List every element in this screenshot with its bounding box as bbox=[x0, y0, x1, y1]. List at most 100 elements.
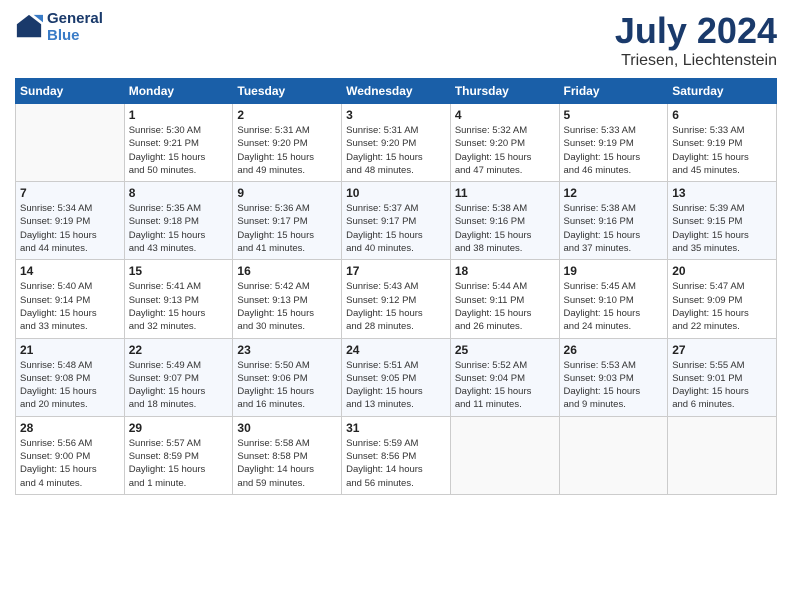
day-number: 26 bbox=[564, 343, 664, 357]
day-number: 1 bbox=[129, 108, 229, 122]
calendar-cell: 23 Sunrise: 5:50 AMSunset: 9:06 PMDayligh… bbox=[233, 338, 342, 416]
day-info: Sunrise: 5:36 AMSunset: 9:17 PMDaylight:… bbox=[237, 202, 337, 255]
calendar-cell: 2 Sunrise: 5:31 AMSunset: 9:20 PMDaylight… bbox=[233, 104, 342, 182]
day-number: 16 bbox=[237, 264, 337, 278]
calendar-cell bbox=[668, 416, 777, 494]
calendar-cell: 17 Sunrise: 5:43 AMSunset: 9:12 PMDayligh… bbox=[342, 260, 451, 338]
day-number: 7 bbox=[20, 186, 120, 200]
weekday-header: Thursday bbox=[450, 79, 559, 104]
calendar-cell: 6Sunrise: 5:33 AMSunset: 9:19 PMDaylight… bbox=[668, 104, 777, 182]
calendar-cell: 29Sunrise: 5:57 AMSunset: 8:59 PMDayligh… bbox=[124, 416, 233, 494]
day-number: 28 bbox=[20, 421, 120, 435]
calendar-cell: 26 Sunrise: 5:53 AMSunset: 9:03 PMDayligh… bbox=[559, 338, 668, 416]
header-row: SundayMondayTuesdayWednesdayThursdayFrid… bbox=[16, 79, 777, 104]
day-number: 2 bbox=[237, 108, 337, 122]
day-info: Sunrise: 5:33 AMSunset: 9:19 PMDaylight:… bbox=[564, 124, 664, 177]
day-number: 23 bbox=[237, 343, 337, 357]
day-info: Sunrise: 5:58 AMSunset: 8:58 PMDaylight:… bbox=[237, 437, 337, 490]
day-info: Sunrise: 5:31 AMSunset: 9:20 PMDaylight:… bbox=[346, 124, 446, 177]
day-info: Sunrise: 5:52 AMSunset: 9:04 PMDaylight:… bbox=[455, 359, 555, 412]
day-info: Sunrise: 5:48 AMSunset: 9:08 PMDaylight:… bbox=[20, 359, 120, 412]
day-info: Sunrise: 5:32 AMSunset: 9:20 PMDaylight:… bbox=[455, 124, 555, 177]
day-number: 18 bbox=[455, 264, 555, 278]
logo-text: General Blue bbox=[47, 10, 103, 44]
calendar-cell: 8 Sunrise: 5:35 AMSunset: 9:18 PMDaylight… bbox=[124, 182, 233, 260]
calendar-cell: 14Sunrise: 5:40 AMSunset: 9:14 PMDayligh… bbox=[16, 260, 125, 338]
title-area: July 2024 Triesen, Liechtenstein bbox=[615, 10, 777, 70]
calendar-cell bbox=[16, 104, 125, 182]
day-info: Sunrise: 5:41 AMSunset: 9:13 PMDaylight:… bbox=[129, 280, 229, 333]
calendar-cell bbox=[450, 416, 559, 494]
day-info: Sunrise: 5:51 AMSunset: 9:05 PMDaylight:… bbox=[346, 359, 446, 412]
day-info: Sunrise: 5:53 AMSunset: 9:03 PMDaylight:… bbox=[564, 359, 664, 412]
day-number: 30 bbox=[237, 421, 337, 435]
day-info: Sunrise: 5:45 AMSunset: 9:10 PMDaylight:… bbox=[564, 280, 664, 333]
day-number: 19 bbox=[564, 264, 664, 278]
day-info: Sunrise: 5:42 AMSunset: 9:13 PMDaylight:… bbox=[237, 280, 337, 333]
calendar-cell: 5 Sunrise: 5:33 AMSunset: 9:19 PMDaylight… bbox=[559, 104, 668, 182]
calendar-cell: 20Sunrise: 5:47 AMSunset: 9:09 PMDayligh… bbox=[668, 260, 777, 338]
day-info: Sunrise: 5:50 AMSunset: 9:06 PMDaylight:… bbox=[237, 359, 337, 412]
day-number: 8 bbox=[129, 186, 229, 200]
day-number: 24 bbox=[346, 343, 446, 357]
logo: General Blue bbox=[15, 10, 103, 44]
calendar-cell: 30 Sunrise: 5:58 AMSunset: 8:58 PMDayligh… bbox=[233, 416, 342, 494]
day-info: Sunrise: 5:55 AMSunset: 9:01 PMDaylight:… bbox=[672, 359, 772, 412]
calendar-week-row: 14Sunrise: 5:40 AMSunset: 9:14 PMDayligh… bbox=[16, 260, 777, 338]
calendar-body: 1 Sunrise: 5:30 AMSunset: 9:21 PMDaylight… bbox=[16, 104, 777, 495]
day-info: Sunrise: 5:56 AMSunset: 9:00 PMDaylight:… bbox=[20, 437, 120, 490]
day-info: Sunrise: 5:59 AMSunset: 8:56 PMDaylight:… bbox=[346, 437, 446, 490]
calendar-cell: 25 Sunrise: 5:52 AMSunset: 9:04 PMDayligh… bbox=[450, 338, 559, 416]
calendar-cell: 11Sunrise: 5:38 AMSunset: 9:16 PMDayligh… bbox=[450, 182, 559, 260]
calendar-cell: 3 Sunrise: 5:31 AMSunset: 9:20 PMDaylight… bbox=[342, 104, 451, 182]
calendar-week-row: 1 Sunrise: 5:30 AMSunset: 9:21 PMDaylight… bbox=[16, 104, 777, 182]
day-info: Sunrise: 5:39 AMSunset: 9:15 PMDaylight:… bbox=[672, 202, 772, 255]
day-number: 3 bbox=[346, 108, 446, 122]
weekday-header: Sunday bbox=[16, 79, 125, 104]
calendar-cell: 15 Sunrise: 5:41 AMSunset: 9:13 PMDayligh… bbox=[124, 260, 233, 338]
day-info: Sunrise: 5:37 AMSunset: 9:17 PMDaylight:… bbox=[346, 202, 446, 255]
calendar-cell: 13 Sunrise: 5:39 AMSunset: 9:15 PMDayligh… bbox=[668, 182, 777, 260]
day-number: 14 bbox=[20, 264, 120, 278]
day-number: 17 bbox=[346, 264, 446, 278]
weekday-header: Tuesday bbox=[233, 79, 342, 104]
day-info: Sunrise: 5:44 AMSunset: 9:11 PMDaylight:… bbox=[455, 280, 555, 333]
calendar-week-row: 21Sunrise: 5:48 AMSunset: 9:08 PMDayligh… bbox=[16, 338, 777, 416]
day-info: Sunrise: 5:43 AMSunset: 9:12 PMDaylight:… bbox=[346, 280, 446, 333]
month-title: July 2024 bbox=[615, 10, 777, 52]
day-number: 31 bbox=[346, 421, 446, 435]
day-number: 25 bbox=[455, 343, 555, 357]
day-number: 27 bbox=[672, 343, 772, 357]
day-info: Sunrise: 5:31 AMSunset: 9:20 PMDaylight:… bbox=[237, 124, 337, 177]
calendar-cell: 31 Sunrise: 5:59 AMSunset: 8:56 PMDayligh… bbox=[342, 416, 451, 494]
calendar-cell: 28 Sunrise: 5:56 AMSunset: 9:00 PMDayligh… bbox=[16, 416, 125, 494]
calendar-week-row: 7Sunrise: 5:34 AMSunset: 9:19 PMDaylight… bbox=[16, 182, 777, 260]
day-number: 15 bbox=[129, 264, 229, 278]
calendar-week-row: 28 Sunrise: 5:56 AMSunset: 9:00 PMDayligh… bbox=[16, 416, 777, 494]
calendar-cell: 4Sunrise: 5:32 AMSunset: 9:20 PMDaylight… bbox=[450, 104, 559, 182]
day-number: 20 bbox=[672, 264, 772, 278]
calendar-cell: 10 Sunrise: 5:37 AMSunset: 9:17 PMDayligh… bbox=[342, 182, 451, 260]
calendar-cell: 22Sunrise: 5:49 AMSunset: 9:07 PMDayligh… bbox=[124, 338, 233, 416]
calendar-cell: 24 Sunrise: 5:51 AMSunset: 9:05 PMDayligh… bbox=[342, 338, 451, 416]
calendar-cell: 18 Sunrise: 5:44 AMSunset: 9:11 PMDayligh… bbox=[450, 260, 559, 338]
day-number: 5 bbox=[564, 108, 664, 122]
calendar-table: SundayMondayTuesdayWednesdayThursdayFrid… bbox=[15, 78, 777, 495]
calendar-cell: 12 Sunrise: 5:38 AMSunset: 9:16 PMDayligh… bbox=[559, 182, 668, 260]
day-info: Sunrise: 5:38 AMSunset: 9:16 PMDaylight:… bbox=[564, 202, 664, 255]
logo-icon bbox=[15, 13, 43, 41]
day-info: Sunrise: 5:30 AMSunset: 9:21 PMDaylight:… bbox=[129, 124, 229, 177]
day-info: Sunrise: 5:49 AMSunset: 9:07 PMDaylight:… bbox=[129, 359, 229, 412]
location-title: Triesen, Liechtenstein bbox=[615, 52, 777, 70]
calendar-cell: 7Sunrise: 5:34 AMSunset: 9:19 PMDaylight… bbox=[16, 182, 125, 260]
day-number: 13 bbox=[672, 186, 772, 200]
calendar-cell: 21Sunrise: 5:48 AMSunset: 9:08 PMDayligh… bbox=[16, 338, 125, 416]
weekday-header: Friday bbox=[559, 79, 668, 104]
day-number: 6 bbox=[672, 108, 772, 122]
day-number: 29 bbox=[129, 421, 229, 435]
day-number: 10 bbox=[346, 186, 446, 200]
day-number: 11 bbox=[455, 186, 555, 200]
calendar-cell: 27 Sunrise: 5:55 AMSunset: 9:01 PMDayligh… bbox=[668, 338, 777, 416]
day-number: 12 bbox=[564, 186, 664, 200]
day-info: Sunrise: 5:35 AMSunset: 9:18 PMDaylight:… bbox=[129, 202, 229, 255]
